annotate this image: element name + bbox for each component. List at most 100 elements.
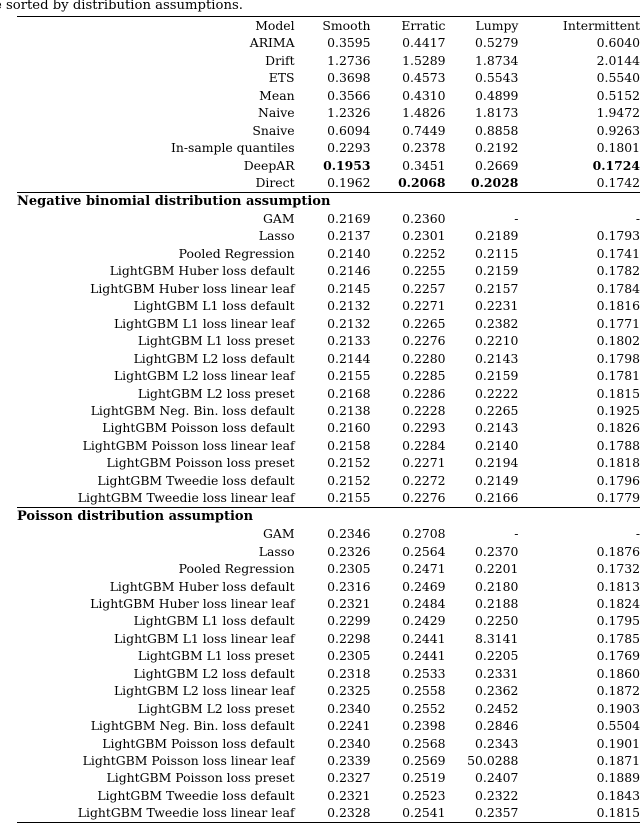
cell-intermittent: 0.5540 (596, 70, 640, 86)
cell-model-name: Snaive (252, 122, 295, 138)
cell-intermittent: 0.1788 (596, 437, 640, 453)
table-row: LightGBM L2 loss default 0.2318 0.2533 0.23… (17, 665, 640, 682)
cell-erratic: 0.2398 (402, 718, 446, 734)
section-heading: Negative binomial distribution assumptio… (17, 193, 331, 209)
cell-model-name: GAM (263, 526, 295, 542)
cell-smooth: 1.2736 (327, 52, 371, 68)
cell-smooth: 0.2140 (327, 245, 371, 261)
section-heading-row: Poisson distribution assumption (17, 508, 640, 525)
cell-model-name: ETS (268, 70, 295, 86)
cell-lumpy: 0.2149 (475, 472, 519, 488)
cell-model-name: LightGBM Huber loss linear leaf (90, 595, 295, 611)
table-row: LightGBM L1 loss preset 0.2305 0.2441 0.220… (17, 647, 640, 664)
cell-model-name: LightGBM L1 loss default (133, 613, 295, 629)
table-caption: e sorted by distribution assumptions. (0, 0, 640, 16)
cell-smooth: 0.2169 (327, 210, 371, 226)
cell-lumpy: 0.2370 (475, 543, 519, 559)
cell-erratic: 0.2569 (402, 753, 446, 769)
table-row: LightGBM Neg. Bin. loss default 0.2241 0.2… (17, 717, 640, 734)
cell-lumpy: - (514, 526, 519, 542)
cell-lumpy: 0.2201 (475, 561, 519, 577)
cell-lumpy: 0.2140 (475, 437, 519, 453)
cell-erratic: 0.4310 (402, 87, 446, 103)
cell-smooth: 0.2133 (327, 333, 371, 349)
cell-model-name: Pooled Regression (178, 561, 295, 577)
cell-smooth: 0.2155 (327, 490, 371, 506)
section-heading: Poisson distribution assumption (17, 508, 254, 524)
cell-model-name: LightGBM L2 loss default (133, 350, 295, 366)
column-header-model: Model (255, 18, 295, 33)
cell-model-name: Lasso (258, 228, 295, 244)
cell-erratic: 0.2564 (402, 543, 446, 559)
table-row: Pooled Regression 0.2140 0.2252 0.2115 0.174… (17, 245, 640, 262)
cell-intermittent: 0.1781 (596, 368, 640, 384)
cell-lumpy: 0.2231 (475, 298, 519, 314)
cell-model-name: LightGBM Huber loss linear leaf (90, 280, 295, 296)
cell-model-name: LightGBM Tweedie loss default (97, 787, 295, 803)
cell-lumpy: 0.2222 (475, 385, 519, 401)
cell-intermittent: 0.1796 (596, 472, 640, 488)
table-row: LightGBM Huber loss default 0.2146 0.2255 0… (17, 262, 640, 279)
cell-erratic: 0.2272 (402, 472, 446, 488)
cell-model-name: LightGBM Huber loss default (109, 578, 295, 594)
cell-erratic: 0.2280 (402, 350, 446, 366)
cell-lumpy: 0.5279 (475, 35, 519, 51)
cell-erratic: 0.7449 (402, 122, 446, 138)
cell-erratic: 0.2228 (402, 402, 446, 418)
cell-model-name: LightGBM Poisson loss preset (106, 455, 295, 471)
cell-model-name: GAM (263, 210, 295, 226)
cell-model-name: LightGBM Neg. Bin. loss default (90, 402, 295, 418)
table-body: ARIMA 0.3595 0.4417 0.5279 0.6040 Drift 1.2736… (17, 34, 640, 823)
cell-erratic: 0.2276 (402, 333, 446, 349)
cell-smooth: 0.2321 (327, 787, 371, 803)
cell-lumpy: 0.2362 (475, 683, 519, 699)
cell-model-name: LightGBM Poisson loss linear leaf (82, 437, 295, 453)
cell-model-name: LightGBM Poisson loss default (102, 420, 295, 436)
cell-erratic: 0.4573 (402, 70, 446, 86)
cell-intermittent: 0.1818 (596, 455, 640, 471)
cell-lumpy: 0.2250 (475, 613, 519, 629)
cell-erratic: 0.4417 (402, 35, 446, 51)
cell-intermittent: 0.1795 (596, 613, 640, 629)
table-row: LightGBM Tweedie loss linear leaf 0.2155 0… (17, 489, 640, 507)
cell-smooth: 0.2325 (327, 683, 371, 699)
cell-erratic: 0.2441 (402, 630, 446, 646)
cell-smooth: 0.2305 (327, 561, 371, 577)
cell-intermittent: 0.1816 (596, 298, 640, 314)
cell-model-name: LightGBM L2 loss linear leaf (113, 683, 295, 699)
cell-smooth: 0.2138 (327, 402, 371, 418)
cell-smooth: 0.2298 (327, 630, 371, 646)
cell-lumpy: 0.2382 (475, 315, 519, 331)
cell-model-name: Naive (258, 105, 295, 121)
cell-smooth: 0.2316 (327, 578, 371, 594)
cell-lumpy: 0.2159 (475, 368, 519, 384)
cell-model-name: LightGBM Huber loss default (109, 263, 295, 279)
cell-erratic: 0.2271 (402, 455, 446, 471)
cell-intermittent: 0.1903 (596, 700, 640, 716)
cell-lumpy: 1.8734 (475, 52, 519, 68)
cell-intermittent: 0.1802 (596, 333, 640, 349)
table-row: LightGBM L2 loss linear leaf 0.2325 0.2558… (17, 682, 640, 699)
cell-lumpy: 0.2028 (470, 175, 519, 191)
cell-model-name: LightGBM L2 loss preset (137, 700, 295, 716)
cell-erratic: 0.2360 (402, 210, 446, 226)
cell-lumpy: 0.2192 (475, 140, 519, 156)
cell-erratic: 0.2285 (402, 368, 446, 384)
cell-smooth: 0.2146 (327, 263, 371, 279)
table-row: Naive 1.2326 1.4826 1.8173 1.9472 (17, 104, 640, 121)
cell-smooth: 0.2132 (327, 315, 371, 331)
cell-erratic: 0.2378 (402, 140, 446, 156)
cell-intermittent: 0.5152 (596, 87, 640, 103)
cell-erratic: 0.2301 (402, 228, 446, 244)
cell-lumpy: 0.2343 (475, 735, 519, 751)
table-row: GAM 0.2346 0.2708 - - (17, 525, 640, 542)
table-caption-text: e sorted by distribution assumptions. (0, 0, 243, 13)
cell-erratic: 0.2252 (402, 245, 446, 261)
cell-intermittent: 0.1889 (596, 770, 640, 786)
cell-intermittent: 0.1826 (596, 420, 640, 436)
cell-intermittent: 0.1876 (596, 543, 640, 559)
cell-intermittent: 0.1925 (596, 402, 640, 418)
cell-smooth: 0.2321 (327, 595, 371, 611)
cell-model-name: LightGBM Poisson loss linear leaf (82, 753, 295, 769)
cell-lumpy: 0.2166 (475, 490, 519, 506)
